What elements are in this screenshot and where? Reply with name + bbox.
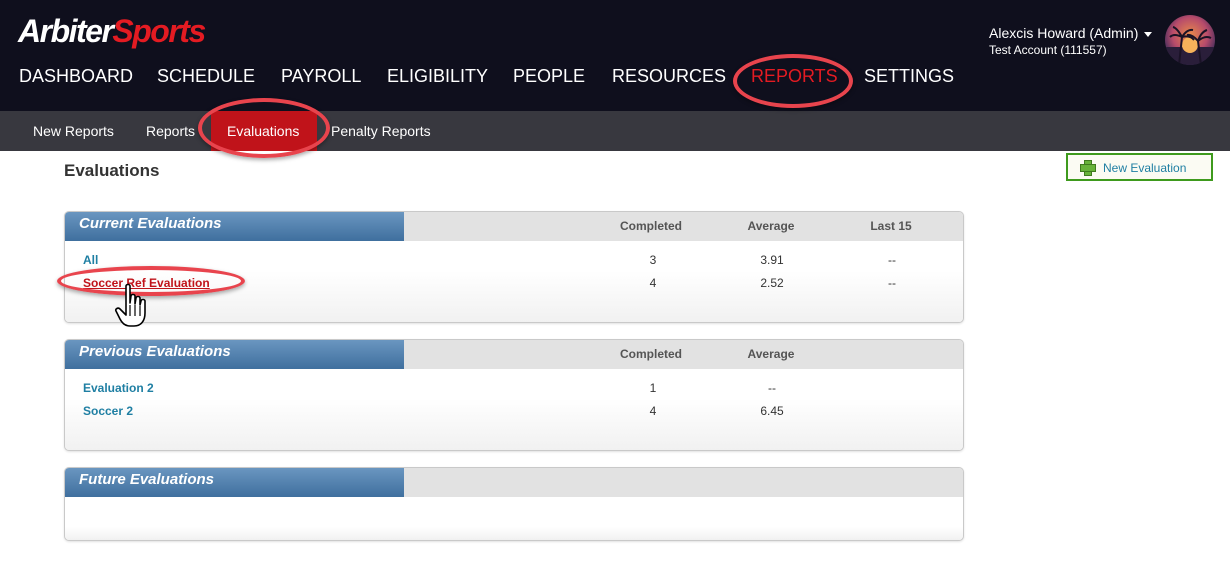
subnav-penalty-reports[interactable]: Penalty Reports: [331, 123, 431, 139]
previous-evaluations-panel: Previous Evaluations Completed Average E…: [64, 339, 964, 451]
nav-people[interactable]: PEOPLE: [513, 66, 585, 87]
logo-text-arbiter: Arbiter: [18, 13, 114, 49]
average-value: 3.91: [760, 253, 784, 267]
column-header-completed: Completed: [619, 219, 682, 233]
plus-icon: [1080, 160, 1096, 176]
nav-resources[interactable]: RESOURCES: [612, 66, 726, 87]
completed-value: 1: [649, 381, 657, 395]
caret-down-icon: [1144, 31, 1153, 37]
arbitersports-logo[interactable]: ArbiterSports: [18, 13, 206, 50]
completed-value: 4: [649, 404, 657, 418]
panel-title-tab: Current Evaluations: [65, 212, 404, 241]
avatar[interactable]: [1165, 15, 1215, 65]
nav-schedule[interactable]: SCHEDULE: [157, 66, 255, 87]
palm-tree-sunset-image: [1165, 26, 1215, 65]
panel-title: Future Evaluations: [79, 471, 215, 488]
table-row: Evaluation 2 1 --: [65, 381, 963, 401]
table-row: All 3 3.91 --: [65, 253, 963, 273]
panel-body: All 3 3.91 -- Soccer Ref Evaluation 4 2.…: [65, 241, 963, 322]
evaluation-link-evaluation-2[interactable]: Evaluation 2: [83, 381, 154, 395]
user-account: Test Account (111557): [989, 43, 1107, 57]
table-row: Soccer 2 4 6.45: [65, 404, 963, 424]
top-header: ArbiterSports DASHBOARD SCHEDULE PAYROLL…: [0, 0, 1230, 111]
page-title: Evaluations: [64, 161, 160, 180]
nav-dashboard[interactable]: DASHBOARD: [19, 66, 133, 87]
last-15-value: --: [888, 276, 896, 290]
evaluation-link-soccer-2[interactable]: Soccer 2: [83, 404, 133, 418]
panel-body: Evaluation 2 1 -- Soccer 2 4 6.45: [65, 369, 963, 450]
logo-text-sports: Sports: [112, 13, 206, 49]
column-header-average: Average: [747, 347, 795, 361]
panel-title-tab: Previous Evaluations: [65, 340, 404, 369]
panel-title-tab: Future Evaluations: [65, 468, 404, 497]
completed-value: 3: [649, 253, 657, 267]
subnav-new-reports[interactable]: New Reports: [33, 123, 114, 139]
average-value: 2.52: [760, 276, 784, 290]
average-value: --: [768, 381, 776, 395]
new-evaluation-button[interactable]: New Evaluation: [1066, 153, 1213, 181]
completed-value: 4: [649, 276, 657, 290]
nav-settings[interactable]: SETTINGS: [864, 66, 954, 87]
subnav-evaluations[interactable]: Evaluations: [227, 123, 299, 139]
user-name: Alexcis Howard (Admin): [989, 25, 1139, 41]
table-row: Soccer Ref Evaluation 4 2.52 --: [65, 276, 963, 296]
column-header-average: Average: [747, 219, 795, 233]
average-value: 6.45: [760, 404, 784, 418]
subnav-reports[interactable]: Reports: [146, 123, 195, 139]
nav-payroll[interactable]: PAYROLL: [281, 66, 361, 87]
user-menu[interactable]: Alexcis Howard (Admin) Test Account (111…: [989, 25, 1153, 57]
new-evaluation-label: New Evaluation: [1103, 161, 1187, 175]
future-evaluations-panel: Future Evaluations: [64, 467, 964, 541]
current-evaluations-panel: Current Evaluations Completed Average La…: [64, 211, 964, 323]
nav-eligibility[interactable]: ELIGIBILITY: [387, 66, 488, 87]
evaluation-link-soccer-ref[interactable]: Soccer Ref Evaluation: [83, 276, 210, 290]
last-15-value: --: [888, 253, 896, 267]
evaluation-link-all[interactable]: All: [83, 253, 98, 267]
column-header-completed: Completed: [619, 347, 682, 361]
panel-title: Previous Evaluations: [79, 343, 231, 360]
column-header-last-15: Last 15: [870, 219, 912, 233]
nav-reports[interactable]: REPORTS: [751, 66, 838, 87]
panel-title: Current Evaluations: [79, 215, 222, 232]
panel-body: [65, 497, 963, 540]
